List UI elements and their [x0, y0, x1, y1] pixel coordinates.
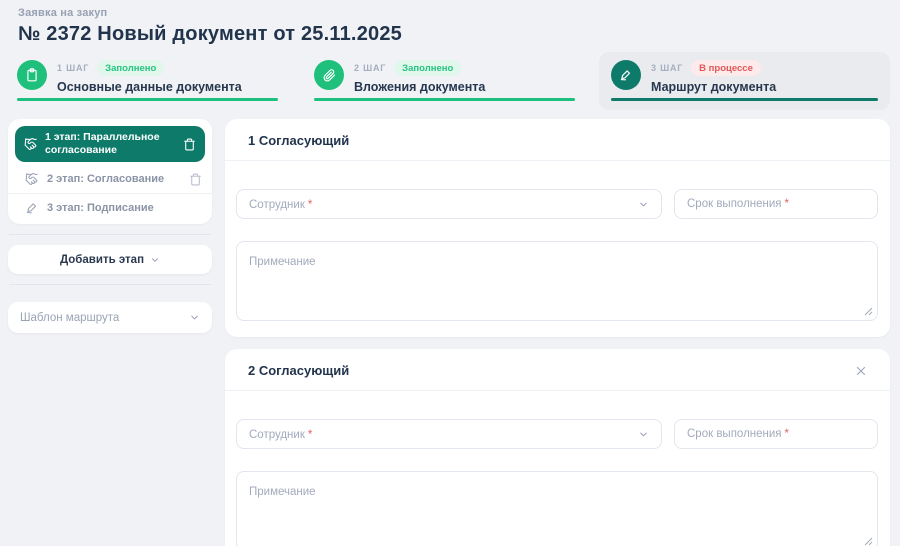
clipboard-icon [17, 60, 47, 90]
employee-select[interactable]: Сотрудник* [236, 189, 662, 219]
breadcrumb: Заявка на закуп [18, 7, 880, 19]
close-icon[interactable] [854, 364, 868, 378]
route-template-select[interactable]: Шаблон маршрута [8, 302, 212, 333]
stage-item-1-parallel-approval[interactable]: 1 этап: Параллельное согласование [15, 126, 205, 162]
stage-item-2-approval[interactable]: 2 этап: Согласование [8, 165, 212, 193]
note-textarea[interactable]: Примечание [236, 471, 878, 546]
step-1-main-data[interactable]: 1 ШАГ Заполнено Основные данные документ… [5, 52, 290, 110]
approver-card-2: 2 Согласующий Сотрудник* [225, 349, 890, 546]
resize-handle[interactable] [864, 307, 873, 316]
resize-handle[interactable] [864, 537, 873, 546]
chevron-down-icon [638, 199, 649, 210]
note-placeholder: Примечание [249, 486, 316, 498]
page-header: Заявка на закуп № 2372 Новый документ от… [0, 0, 900, 46]
due-date-input[interactable]: Срок выполнения* [674, 419, 878, 449]
step-progress-bar [17, 98, 278, 101]
approver-card-1: 1 Согласующий Сотрудник* Срок выполнения… [225, 119, 890, 337]
step-title: Маршрут документа [651, 80, 776, 94]
status-badge: Заполнено [394, 60, 461, 76]
add-stage-button[interactable]: Добавить этап [8, 245, 212, 274]
status-badge: В процессе [691, 60, 761, 76]
content-area: 1 этап: Параллельное согласование 2 этап… [8, 119, 890, 546]
step-3-route[interactable]: 3 ШАГ В процессе Маршрут документа [599, 52, 890, 110]
step-2-attachments[interactable]: 2 ШАГ Заполнено Вложения документа [302, 52, 587, 110]
trash-icon[interactable] [189, 173, 202, 186]
due-date-placeholder: Срок выполнения [687, 428, 782, 440]
due-date-placeholder: Срок выполнения [687, 198, 782, 210]
chevron-down-icon [150, 255, 160, 265]
sidebar-divider [9, 284, 211, 285]
step-number-label: 2 ШАГ [354, 63, 386, 73]
employee-placeholder: Сотрудник [249, 429, 305, 441]
stage-label: 2 этап: Согласование [47, 173, 181, 185]
required-mark: * [785, 198, 789, 210]
approver-card-body: Сотрудник* Срок выполнения* Примечание [225, 161, 890, 337]
step-number-label: 3 ШАГ [651, 63, 683, 73]
approver-title: 2 Согласующий [248, 363, 349, 378]
approver-card-body: Сотрудник* Срок выполнения* Примечание [225, 391, 890, 546]
step-title: Основные данные документа [57, 80, 242, 94]
route-template-placeholder: Шаблон маршрута [20, 312, 119, 324]
note-placeholder: Примечание [249, 256, 316, 268]
step-progress-bar [611, 98, 878, 101]
approver-card-header: 2 Согласующий [225, 349, 890, 391]
chevron-down-icon [189, 312, 200, 323]
trash-icon[interactable] [183, 138, 196, 151]
status-badge: Заполнено [97, 60, 164, 76]
required-mark: * [308, 199, 312, 211]
add-stage-label: Добавить этап [60, 254, 144, 266]
required-mark: * [785, 428, 789, 440]
employee-placeholder: Сотрудник [249, 199, 305, 211]
approvers-panel: 1 Согласующий Сотрудник* Срок выполнения… [225, 119, 890, 546]
handshake-icon [25, 172, 39, 186]
stage-label: 3 этап: Подписание [47, 202, 202, 214]
stage-label: 1 этап: Параллельное согласование [45, 131, 176, 157]
sidebar-divider [9, 234, 211, 235]
handshake-icon [24, 137, 38, 151]
approver-card-header: 1 Согласующий [225, 119, 890, 161]
stage-list: 1 этап: Параллельное согласование 2 этап… [8, 119, 212, 224]
page-title: № 2372 Новый документ от 25.11.2025 [18, 23, 880, 46]
route-sidebar: 1 этап: Параллельное согласование 2 этап… [8, 119, 212, 333]
signature-icon [25, 201, 39, 215]
paperclip-icon [314, 60, 344, 90]
step-title: Вложения документа [354, 80, 485, 94]
stage-item-3-signing[interactable]: 3 этап: Подписание [8, 193, 212, 222]
signature-icon [611, 60, 641, 90]
employee-select[interactable]: Сотрудник* [236, 419, 662, 449]
wizard-steps: 1 ШАГ Заполнено Основные данные документ… [5, 52, 890, 110]
step-progress-bar [314, 98, 575, 101]
note-textarea[interactable]: Примечание [236, 241, 878, 321]
chevron-down-icon [638, 429, 649, 440]
due-date-input[interactable]: Срок выполнения* [674, 189, 878, 219]
required-mark: * [308, 429, 312, 441]
approver-title: 1 Согласующий [248, 133, 349, 148]
step-number-label: 1 ШАГ [57, 63, 89, 73]
